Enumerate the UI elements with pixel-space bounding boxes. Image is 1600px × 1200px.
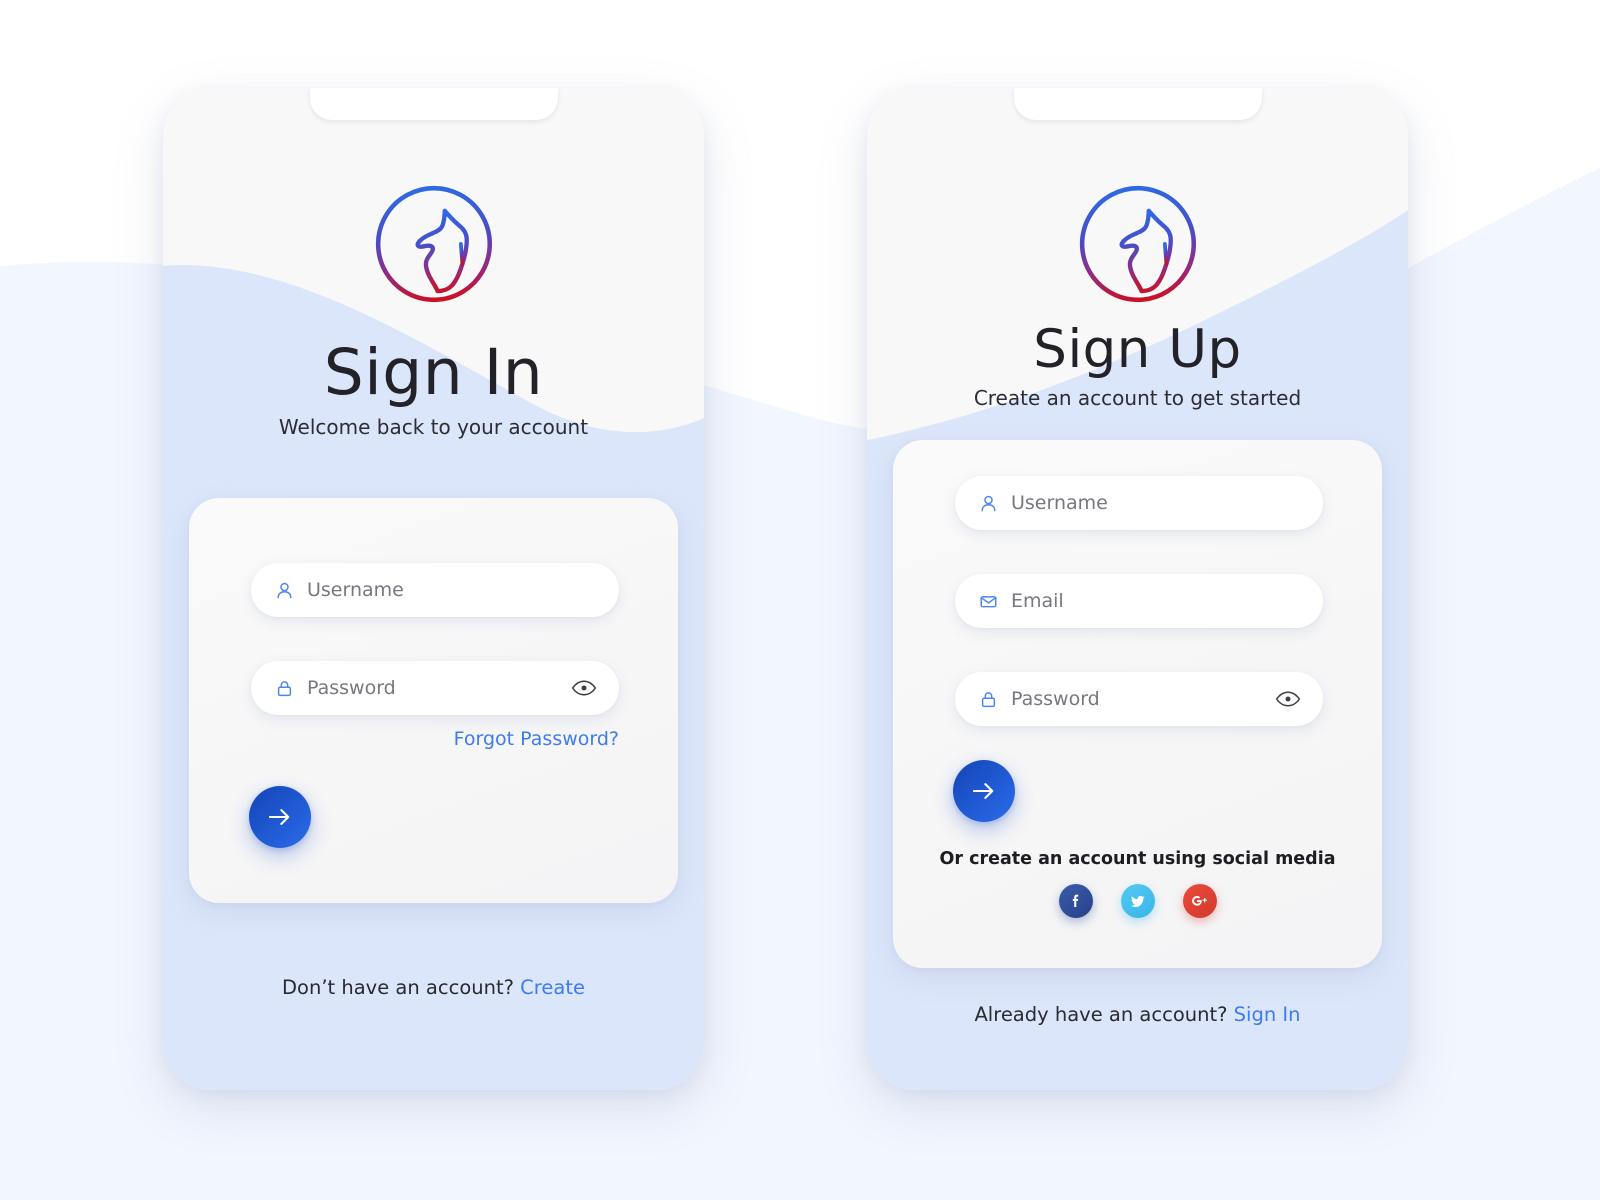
password-field-signin[interactable]: Password — [251, 661, 619, 715]
signup-form-card: Username Email Password Or create an acc… — [893, 440, 1382, 968]
arrow-right-icon — [268, 809, 290, 825]
app-canvas: Sign In Welcome back to your account Use… — [0, 0, 1600, 1200]
username-field-signin[interactable]: Username — [251, 563, 619, 617]
username-field-signup[interactable]: Username — [955, 476, 1323, 530]
signup-footer-text: Already have an account? — [974, 1003, 1234, 1026]
create-account-link[interactable]: Create — [520, 976, 585, 999]
user-icon — [273, 579, 295, 601]
wolf-circle-logo — [375, 185, 492, 302]
signin-footer: Don’t have an account? Create — [163, 976, 704, 999]
signin-footer-text: Don’t have an account? — [282, 976, 521, 999]
signin-content: Sign In Welcome back to your account Use… — [163, 88, 704, 1090]
username-placeholder-signin: Username — [307, 579, 404, 601]
password-placeholder-signup: Password — [1011, 688, 1100, 710]
email-field-signup[interactable]: Email — [955, 574, 1323, 628]
signin-submit-button[interactable] — [249, 786, 311, 848]
eye-icon[interactable] — [571, 679, 597, 697]
email-placeholder-signup: Email — [1011, 590, 1064, 612]
password-placeholder-signin: Password — [307, 677, 396, 699]
wolf-circle-logo — [1079, 185, 1196, 302]
user-icon — [977, 492, 999, 514]
signup-submit-button[interactable] — [953, 760, 1015, 822]
phone-signup: Sign Up Create an account to get started… — [867, 88, 1408, 1090]
page-title-signup: Sign Up — [1033, 319, 1242, 380]
phone-signin: Sign In Welcome back to your account Use… — [163, 88, 704, 1090]
mail-icon — [977, 590, 999, 612]
arrow-right-icon — [972, 783, 994, 799]
signup-footer: Already have an account? Sign In — [867, 1003, 1408, 1026]
social-media-label: Or create an account using social media — [939, 849, 1336, 869]
signin-screen: Sign In Welcome back to your account Use… — [163, 88, 704, 1090]
password-field-signup[interactable]: Password — [955, 672, 1323, 726]
page-title-signin: Sign In — [323, 336, 544, 409]
signup-screen: Sign Up Create an account to get started… — [867, 88, 1408, 1090]
social-buttons-row — [893, 884, 1382, 918]
phone-notch-signin — [309, 88, 558, 120]
phone-notch-signup — [1013, 88, 1262, 120]
page-subtitle-signup: Create an account to get started — [973, 386, 1302, 410]
lock-icon — [273, 677, 295, 699]
signin-form-card: Username Password Forgot Password? — [189, 498, 678, 903]
page-subtitle-signin: Welcome back to your account — [278, 415, 589, 439]
lock-icon — [977, 688, 999, 710]
google-plus-icon[interactable] — [1182, 884, 1217, 918]
forgot-password-link[interactable]: Forgot Password? — [251, 728, 619, 750]
twitter-icon[interactable] — [1120, 884, 1155, 918]
username-placeholder-signup: Username — [1011, 492, 1108, 514]
eye-icon[interactable] — [1275, 690, 1301, 708]
signup-content: Sign Up Create an account to get started… — [867, 88, 1408, 1090]
facebook-icon[interactable] — [1058, 884, 1093, 918]
signin-link[interactable]: Sign In — [1234, 1003, 1301, 1026]
